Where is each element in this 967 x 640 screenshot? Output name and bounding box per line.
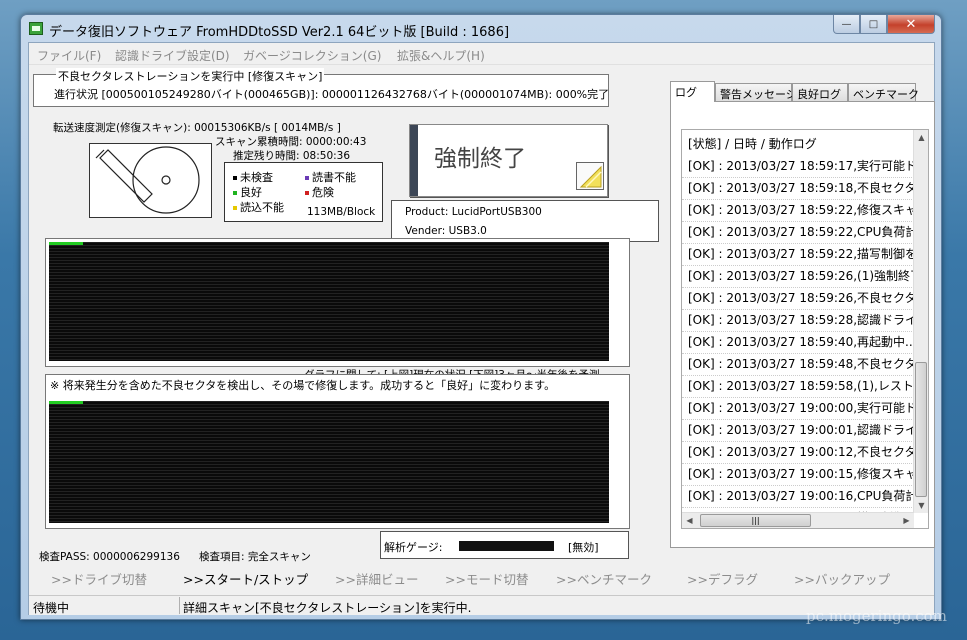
log-row[interactable]: [OK] : 2013/03/27 19:00:15,修復スキャ [682,464,914,486]
scan-item: 検査項目: 完全スキャン [199,551,311,563]
log-row[interactable]: [OK] : 2013/03/27 19:00:16,CPU負荷計 [682,486,914,508]
action-toolbar: >>ドライブ切替 >>スタート/ストップ >>詳細ビュー >>モード切替 >>ベ… [29,563,934,591]
forecast-sector-map [49,401,609,523]
horizontal-scrollbar[interactable]: ◀ ||| ▶ [682,512,914,528]
log-row[interactable]: [OK] : 2013/03/27 19:00:00,実行可能ド [682,398,914,420]
analysis-gauge: 解析ゲージ: [無効] [380,531,629,559]
tab-warnings[interactable]: 警告メッセージ [715,83,797,102]
current-progress-bar [49,242,83,245]
sector-legend: 未検査 読書不能 良好 危険 読込不能 113MB/Block [224,162,383,222]
client-area: ファイル(F) 認識ドライブ設定(D) ガベージコレクション(G) 拡張&ヘルプ… [28,42,935,615]
close-button[interactable]: ✕ [887,15,935,34]
device-info: Product: LucidPortUSB300 Vender: USB3.0 [391,200,659,242]
hdd-icon [89,143,212,218]
legend-read-failed: 読込不能 [233,199,284,215]
log-panel: [状態] / 日時 / 動作ログ [OK] : 2013/03/27 18:59… [670,101,935,548]
log-row[interactable]: [OK] : 2013/03/27 18:59:28,認識ドライ [682,310,914,332]
log-row[interactable]: [OK] : 2013/03/27 18:59:22,描写制御を [682,244,914,266]
detail-view-button[interactable]: >>詳細ビュー [335,569,418,588]
log-row[interactable]: [OK] : 2013/03/27 18:59:40,再起動中... [682,332,914,354]
sticker-icon [576,162,604,190]
log-row[interactable]: [OK] : 2013/03/27 19:00:12,不良セクタ [682,442,914,464]
log-row[interactable]: [OK] : 2013/03/27 18:59:18,不良セクタ [682,178,914,200]
legend-dot-icon [305,176,309,180]
scroll-up-icon[interactable]: ▲ [914,130,928,145]
minimize-button[interactable]: — [833,15,860,34]
minimize-icon: — [841,18,852,30]
vertical-scroll-thumb[interactable] [915,362,927,497]
block-size: 113MB/Block [307,206,376,218]
current-sector-map [49,242,609,361]
scan-elapsed-time: スキャン累積時間: 0000:00:43 [215,136,367,148]
maximize-button[interactable]: □ [860,15,887,34]
app-icon [29,22,43,35]
log-row[interactable]: [OK] : 2013/03/27 19:00:01,認識ドライ [682,420,914,442]
status-message: 詳細スキャン[不良セクタレストレーション]を実行中. [183,601,472,615]
log-row[interactable]: [OK] : 2013/03/27 18:59:22,修復スキャ [682,200,914,222]
benchmark-button[interactable]: >>ベンチマーク [556,569,652,588]
product-name: Product: LucidPortUSB300 [405,206,542,218]
scroll-left-icon[interactable]: ◀ [682,513,697,528]
pass-count: 検査PASS: 0000006299136 [39,551,180,563]
log-header: [状態] / 日時 / 動作ログ [688,137,817,151]
status-state: 待機中 [33,601,70,615]
close-icon: ✕ [905,16,917,32]
menu-drive-settings[interactable]: 認識ドライブ設定(D) [115,47,230,64]
force-stop-button[interactable]: 強制終了 [409,124,608,197]
legend-dot-icon [305,191,309,195]
force-stop-label: 強制終了 [434,146,526,172]
log-row[interactable]: [OK] : 2013/03/27 18:59:48,不良セクタ [682,354,914,376]
legend-dot-icon [233,176,237,180]
tab-log[interactable]: ログ [670,81,715,102]
maximize-icon: □ [868,18,879,30]
scroll-right-icon[interactable]: ▶ [899,513,914,528]
defrag-button[interactable]: >>デフラグ [687,569,758,588]
scan-status-legend: 不良セクタレストレーションを実行中 [修復スキャン] [56,68,325,84]
current-status-graph [45,238,630,367]
start-stop-button[interactable]: >>スタート/ストップ [183,569,308,588]
log-row[interactable]: [OK] : 2013/03/27 18:59:17,実行可能ド [682,156,914,178]
legend-rw-failed: 読書不能 [305,169,356,185]
forecast-progress-bar [49,401,83,404]
app-window: データ復旧ソフトウェア FromHDDtoSSD Ver2.1 64ビット版 [… [20,14,942,620]
tab-benchmark[interactable]: ベンチマーク [848,83,919,102]
horizontal-scroll-thumb[interactable]: ||| [700,514,811,527]
estimated-remaining-time: 推定残り時間: 08:50:36 [233,150,351,162]
log-row[interactable]: [OK] : 2013/03/27 18:59:26,不良セクタ [682,288,914,310]
gauge-label: 解析ゲージ: [384,541,443,554]
scroll-down-icon[interactable]: ▼ [914,498,928,513]
legend-danger: 危険 [305,184,334,200]
scan-progress-text: 進行状況 [000500105249280バイト(000465GB)]: 000… [54,88,610,101]
legend-dot-icon [233,206,237,210]
vendor-name: Vender: USB3.0 [405,225,487,237]
log-list[interactable]: [状態] / 日時 / 動作ログ [OK] : 2013/03/27 18:59… [681,129,929,529]
title-bar[interactable]: データ復旧ソフトウェア FromHDDtoSSD Ver2.1 64ビット版 [… [21,15,941,43]
gauge-value: [無効] [568,541,599,554]
graph-note: ※ 将来発生分を含めた不良セクタを検出し、その場で修復します。成功すると「良好」… [50,379,556,392]
tab-good-log[interactable]: 良好ログ [792,83,848,102]
gauge-bar [459,541,554,551]
menu-extension-help[interactable]: 拡張&ヘルプ(H) [397,47,485,64]
forecast-graph: ※ 将来発生分を含めた不良セクタを検出し、その場で修復します。成功すると「良好」… [45,374,630,529]
vertical-scrollbar[interactable]: ▲ ▼ [913,130,928,513]
log-row[interactable]: [OK] : 2013/03/27 18:59:22,CPU負荷計 [682,222,914,244]
window-title: データ復旧ソフトウェア FromHDDtoSSD Ver2.1 64ビット版 [… [49,25,510,40]
legend-good: 良好 [233,184,262,200]
drive-switch-button[interactable]: >>ドライブ切替 [51,569,147,588]
status-bar: 待機中 詳細スキャン[不良セクタレストレーション]を実行中. [29,595,934,615]
mode-switch-button[interactable]: >>モード切替 [445,569,528,588]
menu-file[interactable]: ファイル(F) [37,47,101,64]
watermark: pc.mogeringo.com [806,607,947,625]
legend-unchecked: 未検査 [233,169,273,185]
log-row[interactable]: [OK] : 2013/03/27 18:59:58,(1),レスト [682,376,914,398]
backup-button[interactable]: >>バックアップ [794,569,890,588]
legend-dot-icon [233,191,237,195]
scan-status-group: 不良セクタレストレーションを実行中 [修復スキャン] 進行状況 [0005001… [33,68,610,107]
log-row[interactable]: [OK] : 2013/03/27 18:59:26,(1)強制終了 [682,266,914,288]
menu-bar: ファイル(F) 認識ドライブ設定(D) ガベージコレクション(G) 拡張&ヘルプ… [29,43,934,65]
menu-garbage-collection[interactable]: ガベージコレクション(G) [243,47,381,64]
transfer-speed: 転送速度測定(修復スキャン): 00015306KB/s [ 0014MB/s … [53,122,341,134]
